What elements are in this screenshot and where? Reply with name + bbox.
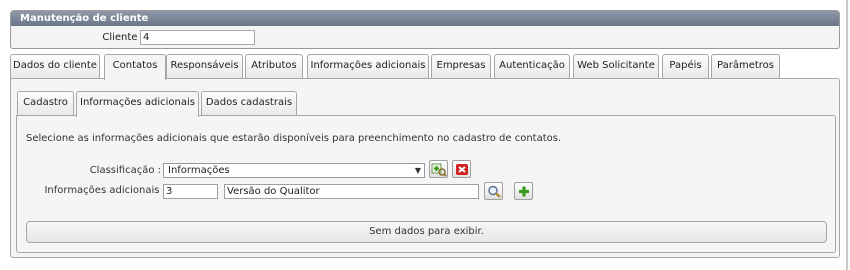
search-icon [488, 185, 501, 198]
window-edge-divider [846, 0, 848, 270]
delete-icon [456, 164, 468, 175]
tab-content-contatos: Cadastro Informações adicionais Dados ca… [10, 78, 840, 258]
classification-label: Classificação : [89, 165, 161, 176]
tab-web-solicitante[interactable]: Web Solicitante [573, 54, 659, 78]
info-label: Informações adicionais : [44, 185, 166, 196]
tab-autenticacao[interactable]: Autenticação [494, 54, 570, 78]
subtab-informacoes-adicionais[interactable]: Informações adicionais [76, 91, 199, 117]
client-input[interactable]: 4 [140, 30, 255, 45]
client-label: Cliente : [102, 32, 144, 43]
classification-value: Informações [168, 165, 230, 176]
tab-informacoes-adicionais[interactable]: Informações adicionais [307, 54, 429, 78]
dropdown-arrow-icon[interactable]: ▼ [415, 164, 421, 177]
tab-responsaveis[interactable]: Responsáveis [166, 54, 243, 78]
classification-select[interactable]: Informações ▼ [163, 163, 425, 178]
client-row: Cliente : 4 [11, 29, 839, 47]
tab-dados-do-cliente[interactable]: Dados do cliente [10, 54, 100, 78]
instructions-text: Selecione as informações adicionais que … [26, 133, 562, 144]
subtab-cadastro[interactable]: Cadastro [17, 91, 74, 115]
subtab-dados-cadastrais[interactable]: Dados cadastrais [201, 91, 297, 115]
info-code-input[interactable]: 3 [163, 184, 218, 199]
panel-title: Manutenção de cliente [11, 11, 839, 26]
plus-icon [519, 186, 529, 197]
add-classification-icon [431, 163, 447, 177]
tab-empresas[interactable]: Empresas [431, 54, 491, 78]
search-info-button[interactable] [484, 182, 503, 200]
subtab-content: Selecione as informações adicionais que … [16, 115, 836, 253]
tab-papeis[interactable]: Papéis [662, 54, 709, 78]
tab-parametros[interactable]: Parâmetros [711, 54, 780, 78]
client-panel: Manutenção de cliente Cliente : 4 [10, 10, 840, 49]
add-info-button[interactable] [514, 182, 533, 200]
remove-classification-button[interactable] [452, 160, 471, 178]
add-classification-button[interactable] [429, 160, 448, 178]
empty-grid-message: Sem dados para exibir. [26, 221, 827, 243]
tab-contatos[interactable]: Contatos [104, 54, 166, 80]
tab-atributos[interactable]: Atributos [245, 54, 303, 78]
info-name-input[interactable]: Versão do Qualitor [224, 184, 479, 199]
